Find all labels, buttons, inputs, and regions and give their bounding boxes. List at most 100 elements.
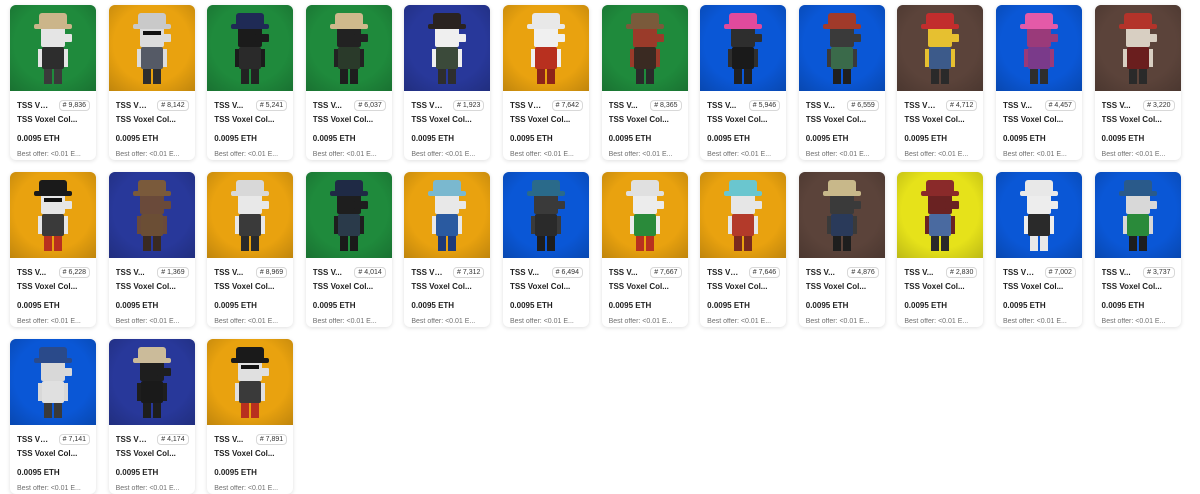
best-offer: Best offer: <0.01 E... (1002, 318, 1067, 325)
nft-image[interactable] (207, 172, 294, 258)
collection-short-name: TSS V... (312, 100, 342, 110)
voxel-character-image (996, 172, 1082, 258)
nft-image[interactable] (404, 172, 491, 258)
collection-name: TSS Voxel Col... (904, 282, 965, 291)
price: 0.0095 ETH (214, 301, 257, 310)
character-leg-right (448, 69, 457, 84)
nft-card[interactable]: TSS V... # 7,891 TSS Voxel Col... 0.0095… (207, 339, 294, 494)
character-leg-left (1029, 69, 1038, 84)
token-number-badge: # 5,946 (748, 99, 781, 111)
character-leg-left (832, 69, 841, 84)
nft-info: TSS VX... # 7,642 TSS Voxel Col... 0.009… (503, 91, 589, 158)
nft-card[interactable]: TSS V... # 8,969 TSS Voxel Col... 0.0095… (207, 172, 294, 327)
nft-image[interactable] (995, 172, 1082, 258)
nft-image[interactable] (995, 5, 1082, 91)
collection-name: TSS Voxel Col... (1101, 282, 1162, 291)
character-body (732, 214, 755, 236)
nft-card[interactable]: TSS V... # 8,365 TSS Voxel Col... 0.0095… (601, 5, 688, 160)
best-offer: Best offer: <0.01 E... (411, 151, 476, 158)
nft-card[interactable]: TSS V... # 7,667 TSS Voxel Col... 0.0095… (601, 172, 688, 327)
nft-card[interactable]: TSS V... # 6,559 TSS Voxel Col... 0.0095… (798, 5, 885, 160)
nft-card[interactable]: TSS VX... # 7,312 TSS Voxel Col... 0.009… (404, 172, 491, 327)
price: 0.0095 ETH (312, 134, 356, 143)
nft-card[interactable]: TSS V... # 6,494 TSS Voxel Col... 0.0095… (502, 172, 589, 327)
nft-card[interactable]: TSS V... # 4,014 TSS Voxel Col... 0.0095… (305, 172, 392, 327)
nft-card[interactable]: TSS VX... # 8,142 TSS Voxel Col... 0.009… (108, 5, 195, 160)
best-offer: Best offer: <0.01 E... (1101, 151, 1166, 158)
character-snout (353, 201, 368, 209)
collection-short-name: TSS VX... (17, 100, 51, 110)
character-leg-left (536, 69, 545, 84)
nft-image[interactable] (1094, 5, 1181, 91)
nft-image[interactable] (108, 172, 195, 258)
collection-short-name: TSS V... (1002, 100, 1032, 110)
character-body (140, 381, 163, 403)
collection-short-name: TSS VX... (115, 434, 150, 444)
nft-image[interactable] (601, 5, 688, 91)
character-leg-left (832, 236, 841, 251)
nft-card[interactable]: TSS V... # 6,037 TSS Voxel Col... 0.0095… (305, 5, 392, 160)
character-snout (649, 34, 664, 42)
nft-image[interactable] (601, 172, 688, 258)
nft-card[interactable]: TSS V... # 2,830 TSS Voxel Col... 0.0095… (897, 172, 984, 327)
nft-image[interactable] (207, 339, 294, 425)
voxel-character-image (207, 5, 293, 91)
token-number-badge: # 3,737 (1143, 266, 1175, 278)
nft-title-row: TSS V... # 5,241 (214, 98, 288, 112)
character-body (140, 214, 163, 236)
nft-title-row: TSS V... # 8,969 (214, 265, 288, 279)
nft-card[interactable]: TSS V... # 3,220 TSS Voxel Col... 0.0095… (1094, 5, 1181, 160)
nft-image[interactable] (1094, 172, 1181, 258)
character-hat-brim (231, 191, 270, 196)
best-offer: Best offer: <0.01 E... (411, 318, 476, 325)
character-leg-left (1128, 236, 1137, 251)
nft-card[interactable]: TSS V... # 5,241 TSS Voxel Col... 0.0095… (207, 5, 294, 160)
nft-card[interactable]: TSS V... # 4,457 TSS Voxel Col... 0.0095… (995, 5, 1082, 160)
nft-image[interactable] (404, 5, 491, 91)
nft-image[interactable] (700, 5, 787, 91)
nft-image[interactable] (798, 5, 885, 91)
character-hat-brim (724, 191, 763, 196)
nft-image[interactable] (897, 172, 984, 258)
character-body (239, 214, 262, 236)
nft-image[interactable] (897, 5, 984, 91)
nft-card[interactable]: TSS V... # 1,369 TSS Voxel Col... 0.0095… (108, 172, 195, 327)
character-body (239, 47, 262, 69)
nft-card[interactable]: TSS VX... # 4,174 TSS Voxel Col... 0.009… (108, 339, 195, 494)
nft-card[interactable]: TSS V... # 4,876 TSS Voxel Col... 0.0095… (798, 172, 885, 327)
voxel-character-image (207, 339, 293, 425)
nft-image[interactable] (10, 172, 96, 258)
character-leg-right (1138, 236, 1147, 251)
character-leg-left (734, 236, 743, 251)
character-leg-right (152, 69, 161, 84)
nft-card[interactable]: TSS VX... # 7,642 TSS Voxel Col... 0.009… (502, 5, 589, 160)
character-body (732, 47, 755, 69)
nft-card[interactable]: TSS VX... # 7,141 TSS Voxel Col... 0.009… (10, 339, 96, 494)
nft-image[interactable] (10, 5, 96, 91)
nft-title-row: TSS V... # 6,037 (313, 98, 386, 112)
nft-image[interactable] (10, 339, 96, 425)
best-offer: Best offer: <0.01 E... (17, 318, 81, 325)
nft-image[interactable] (108, 339, 195, 425)
nft-card[interactable]: TSS VX... # 9,836 TSS Voxel Col... 0.009… (10, 5, 96, 160)
nft-image[interactable] (305, 5, 392, 91)
nft-card[interactable]: TSS V... # 3,737 TSS Voxel Col... 0.0095… (1094, 172, 1181, 327)
nft-card[interactable]: TSS VX... # 7,002 TSS Voxel Col... 0.009… (995, 172, 1082, 327)
price: 0.0095 ETH (115, 134, 159, 143)
nft-image[interactable] (108, 5, 195, 91)
nft-image[interactable] (798, 172, 885, 258)
nft-card[interactable]: TSS VX... # 4,712 TSS Voxel Col... 0.009… (897, 5, 984, 160)
nft-card[interactable]: TSS VX... # 7,646 TSS Voxel Col... 0.009… (700, 172, 787, 327)
price: 0.0095 ETH (214, 468, 257, 477)
character-leg-right (1039, 69, 1048, 84)
nft-image[interactable] (502, 5, 589, 91)
nft-image[interactable] (502, 172, 589, 258)
character-body (1027, 47, 1050, 69)
nft-card[interactable]: TSS V... # 6,228 TSS Voxel Col... 0.0095… (10, 172, 96, 327)
nft-image[interactable] (700, 172, 787, 258)
nft-image[interactable] (305, 172, 392, 258)
nft-card[interactable]: TSS VX... # 1,923 TSS Voxel Col... 0.009… (404, 5, 491, 160)
nft-card[interactable]: TSS V... # 5,946 TSS Voxel Col... 0.0095… (700, 5, 787, 160)
price: 0.0095 ETH (17, 468, 60, 477)
nft-image[interactable] (207, 5, 294, 91)
